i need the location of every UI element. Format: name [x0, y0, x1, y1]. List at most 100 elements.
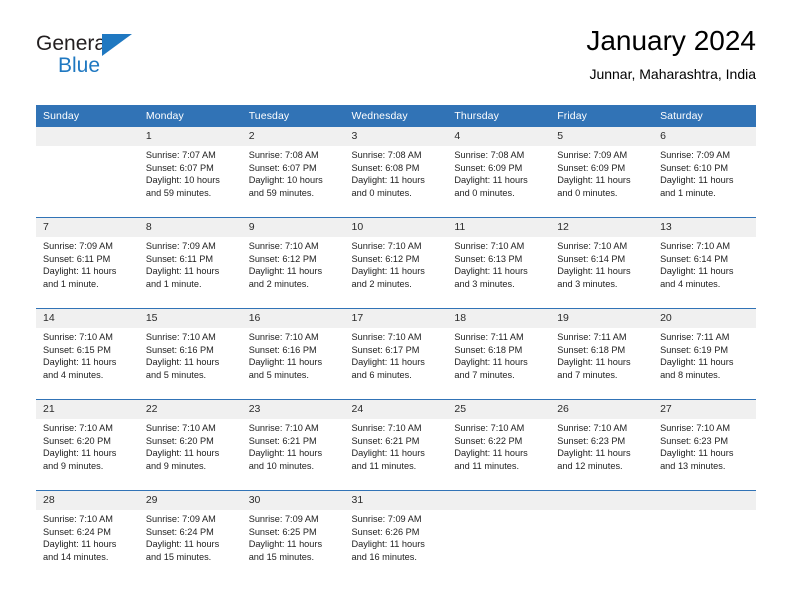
- calendar-day-cell[interactable]: 25 Sunrise: 7:10 AM Sunset: 6:22 PM Dayligh…: [447, 399, 551, 491]
- day-detail-line: Sunrise: 7:10 AM: [454, 241, 525, 251]
- day-number: 14: [36, 309, 139, 328]
- day-sun-details: Sunrise: 7:09 AM Sunset: 6:26 PM Daylight:…: [345, 510, 448, 563]
- day-detail-line: Sunrise: 7:10 AM: [145, 332, 216, 342]
- day-number: [550, 491, 654, 510]
- page-header: General Blue January 2024 Junnar, Mahara…: [36, 24, 756, 100]
- day-cell-inner: 28 Sunrise: 7:10 AM Sunset: 6:24 PM Dayligh…: [36, 491, 139, 581]
- day-detail-line: Daylight: 11 hours: [248, 448, 323, 459]
- day-cell-inner: [653, 491, 756, 581]
- day-detail-line: Sunset: 6:20 PM: [145, 435, 214, 446]
- day-cell-inner: 15 Sunrise: 7:10 AM Sunset: 6:16 PM Dayligh…: [138, 309, 242, 399]
- day-detail-line: Sunrise: 7:08 AM: [454, 150, 525, 160]
- calendar-day-cell[interactable]: 10 Sunrise: 7:10 AM Sunset: 6:12 PM Dayligh…: [344, 217, 448, 309]
- day-cell-inner: 9 Sunrise: 7:10 AM Sunset: 6:12 PM Daylight…: [241, 218, 345, 308]
- calendar-day-cell[interactable]: 8 Sunrise: 7:09 AM Sunset: 6:11 PM Daylight…: [138, 217, 242, 309]
- day-detail-line: Daylight: 11 hours: [454, 266, 528, 277]
- day-detail-line: Sunset: 6:13 PM: [454, 253, 523, 264]
- day-cell-inner: 6 Sunrise: 7:09 AM Sunset: 6:10 PM Daylight…: [653, 127, 756, 217]
- day-number: 27: [653, 400, 756, 419]
- day-detail-line: Sunset: 6:09 PM: [454, 162, 523, 173]
- day-cell-inner: [550, 491, 654, 581]
- calendar-day-cell[interactable]: 19 Sunrise: 7:11 AM Sunset: 6:18 PM Dayligh…: [550, 308, 654, 400]
- day-sun-details: Sunrise: 7:10 AM Sunset: 6:12 PM Daylight:…: [345, 237, 448, 290]
- calendar-day-cell[interactable]: 30 Sunrise: 7:09 AM Sunset: 6:25 PM Dayligh…: [241, 490, 345, 581]
- day-detail-line: Sunrise: 7:11 AM: [454, 332, 524, 342]
- calendar-day-cell[interactable]: 2 Sunrise: 7:08 AM Sunset: 6:07 PM Daylight…: [241, 127, 345, 218]
- day-detail-line: and 9 minutes.: [43, 460, 104, 471]
- day-cell-inner: 31 Sunrise: 7:09 AM Sunset: 6:26 PM Dayligh…: [344, 491, 448, 581]
- day-detail-line: Daylight: 11 hours: [351, 357, 425, 368]
- day-sun-details: Sunrise: 7:07 AM Sunset: 6:07 PM Daylight:…: [139, 146, 242, 199]
- day-detail-line: Sunrise: 7:09 AM: [248, 514, 319, 524]
- day-sun-details: Sunrise: 7:10 AM Sunset: 6:22 PM Daylight:…: [447, 419, 550, 472]
- day-detail-line: Sunset: 6:19 PM: [660, 344, 728, 355]
- day-detail-line: and 5 minutes.: [248, 369, 309, 380]
- day-detail-line: Sunrise: 7:07 AM: [145, 150, 216, 160]
- day-detail-line: Sunrise: 7:10 AM: [557, 241, 628, 251]
- day-detail-line: Sunset: 6:25 PM: [248, 526, 317, 537]
- day-sun-details: Sunrise: 7:11 AM Sunset: 6:18 PM Daylight:…: [447, 328, 550, 381]
- day-detail-line: and 16 minutes.: [351, 551, 417, 562]
- day-sun-details: Sunrise: 7:08 AM Sunset: 6:08 PM Daylight:…: [345, 146, 448, 199]
- day-detail-line: and 1 minute.: [145, 278, 202, 289]
- day-detail-line: Sunset: 6:11 PM: [145, 253, 214, 264]
- calendar-day-cell[interactable]: 12 Sunrise: 7:10 AM Sunset: 6:14 PM Dayligh…: [550, 217, 654, 309]
- calendar-day-cell[interactable]: 17 Sunrise: 7:10 AM Sunset: 6:17 PM Dayligh…: [344, 308, 448, 400]
- brand-logo[interactable]: General Blue: [36, 32, 156, 84]
- calendar-day-cell[interactable]: 11 Sunrise: 7:10 AM Sunset: 6:13 PM Dayligh…: [447, 217, 551, 309]
- day-number: 17: [344, 309, 448, 328]
- calendar-day-cell[interactable]: 21 Sunrise: 7:10 AM Sunset: 6:20 PM Dayligh…: [36, 399, 139, 491]
- calendar-day-cell[interactable]: 16 Sunrise: 7:10 AM Sunset: 6:16 PM Dayligh…: [241, 308, 345, 400]
- calendar-week-row: 21 Sunrise: 7:10 AM Sunset: 6:20 PM Dayligh…: [36, 399, 756, 491]
- weekday-header-wednesday: Wednesday: [344, 105, 448, 127]
- weekday-header-friday: Friday: [550, 105, 654, 127]
- day-detail-line: and 11 minutes.: [454, 460, 520, 471]
- day-detail-line: Daylight: 11 hours: [660, 266, 734, 277]
- day-number: [653, 491, 756, 510]
- day-sun-details: Sunrise: 7:09 AM Sunset: 6:09 PM Daylight:…: [550, 146, 653, 199]
- brand-name-blue: Blue: [58, 54, 101, 77]
- calendar-day-cell[interactable]: 23 Sunrise: 7:10 AM Sunset: 6:21 PM Dayligh…: [241, 399, 345, 491]
- calendar-day-cell[interactable]: 27 Sunrise: 7:10 AM Sunset: 6:23 PM Dayligh…: [653, 399, 756, 491]
- calendar-day-cell[interactable]: 20 Sunrise: 7:11 AM Sunset: 6:19 PM Dayligh…: [653, 308, 756, 400]
- calendar-header-row-group: Sunday Monday Tuesday Wednesday Thursday Frid…: [36, 105, 756, 127]
- calendar-day-cell[interactable]: 31 Sunrise: 7:09 AM Sunset: 6:26 PM Dayligh…: [344, 490, 448, 581]
- calendar-day-cell[interactable]: 5 Sunrise: 7:09 AM Sunset: 6:09 PM Daylight…: [550, 127, 654, 218]
- day-detail-line: Sunrise: 7:10 AM: [43, 514, 113, 524]
- day-detail-line: Sunrise: 7:10 AM: [43, 423, 113, 433]
- day-detail-line: and 4 minutes.: [660, 278, 721, 289]
- day-detail-line: Sunset: 6:14 PM: [557, 253, 626, 264]
- calendar-day-cell[interactable]: 4 Sunrise: 7:08 AM Sunset: 6:09 PM Daylight…: [447, 127, 551, 218]
- day-cell-inner: 29 Sunrise: 7:09 AM Sunset: 6:24 PM Dayligh…: [138, 491, 242, 581]
- day-sun-details: Sunrise: 7:10 AM Sunset: 6:12 PM Daylight:…: [242, 237, 345, 290]
- calendar-day-cell[interactable]: 29 Sunrise: 7:09 AM Sunset: 6:24 PM Dayligh…: [138, 490, 242, 581]
- calendar-day-cell[interactable]: 22 Sunrise: 7:10 AM Sunset: 6:20 PM Dayligh…: [138, 399, 242, 491]
- calendar-day-cell[interactable]: 18 Sunrise: 7:11 AM Sunset: 6:18 PM Dayligh…: [447, 308, 551, 400]
- calendar-day-cell[interactable]: 9 Sunrise: 7:10 AM Sunset: 6:12 PM Daylight…: [241, 217, 345, 309]
- day-cell-inner: 18 Sunrise: 7:11 AM Sunset: 6:18 PM Dayligh…: [447, 309, 551, 399]
- day-detail-line: Sunrise: 7:10 AM: [351, 423, 422, 433]
- day-number: 9: [241, 218, 345, 237]
- day-detail-line: Daylight: 11 hours: [248, 266, 323, 277]
- calendar-day-cell[interactable]: 14 Sunrise: 7:10 AM Sunset: 6:15 PM Dayligh…: [36, 308, 139, 400]
- calendar-day-cell[interactable]: 13 Sunrise: 7:10 AM Sunset: 6:14 PM Dayligh…: [653, 217, 756, 309]
- calendar-day-cell[interactable]: 28 Sunrise: 7:10 AM Sunset: 6:24 PM Dayligh…: [36, 490, 139, 581]
- calendar-day-cell[interactable]: 6 Sunrise: 7:09 AM Sunset: 6:10 PM Daylight…: [653, 127, 756, 218]
- calendar-day-cell[interactable]: 3 Sunrise: 7:08 AM Sunset: 6:08 PM Daylight…: [344, 127, 448, 218]
- day-detail-line: Sunrise: 7:10 AM: [43, 332, 113, 342]
- calendar-day-cell[interactable]: 7 Sunrise: 7:09 AM Sunset: 6:11 PM Daylight…: [36, 217, 139, 309]
- day-cell-inner: 2 Sunrise: 7:08 AM Sunset: 6:07 PM Daylight…: [241, 127, 345, 217]
- brand-logo-top-row: General: [36, 32, 156, 56]
- day-cell-inner: 8 Sunrise: 7:09 AM Sunset: 6:11 PM Daylight…: [138, 218, 242, 308]
- day-cell-inner: 26 Sunrise: 7:10 AM Sunset: 6:23 PM Dayligh…: [550, 400, 654, 490]
- calendar-day-cell[interactable]: 24 Sunrise: 7:10 AM Sunset: 6:21 PM Dayligh…: [344, 399, 448, 491]
- day-detail-line: Sunset: 6:18 PM: [557, 344, 626, 355]
- calendar-day-cell[interactable]: 26 Sunrise: 7:10 AM Sunset: 6:23 PM Dayligh…: [550, 399, 654, 491]
- day-detail-line: and 14 minutes.: [43, 551, 109, 562]
- day-detail-line: and 10 minutes.: [248, 460, 315, 471]
- day-detail-line: Sunset: 6:12 PM: [351, 253, 420, 264]
- calendar-day-cell[interactable]: 15 Sunrise: 7:10 AM Sunset: 6:16 PM Dayligh…: [138, 308, 242, 400]
- day-detail-line: Daylight: 11 hours: [351, 266, 425, 277]
- day-sun-details: [653, 510, 756, 513]
- calendar-day-cell[interactable]: 1 Sunrise: 7:07 AM Sunset: 6:07 PM Daylight…: [138, 127, 242, 218]
